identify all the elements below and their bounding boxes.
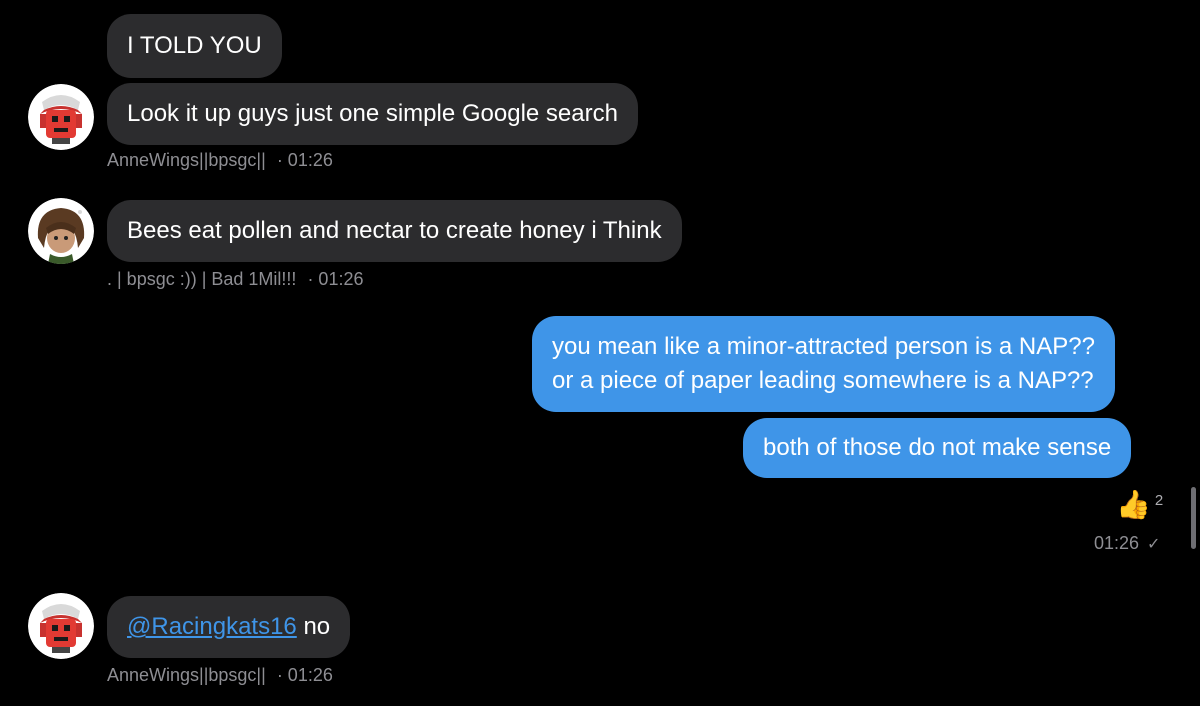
message-bubble-incoming[interactable]: I TOLD YOU [107,14,282,78]
message-text: Bees eat pollen and nectar to create hon… [127,217,662,244]
message-time: 01:26 [1094,533,1140,553]
message-time: · 01:26 [276,665,333,685]
user-mention-link[interactable]: @Racingkats16 [127,613,297,640]
sender-name[interactable]: AnneWings||bpsgc|| [107,150,266,170]
chat-screen: I TOLD YOU Look it up guys just one simp… [0,0,1200,706]
message-bubble-incoming[interactable]: Look it up guys just one simple Google s… [107,83,638,145]
message-bubble-incoming[interactable]: @Racingkats16 no [107,596,351,658]
message-bubble-outgoing[interactable]: both of those do not make sense [743,418,1132,478]
brown-hair-avatar[interactable] [28,198,94,264]
read-check-icon: ✓ [1147,535,1161,553]
red-robot-avatar[interactable] [28,593,94,659]
message-meta: AnneWings||bpsgc|| · 01:26 [107,665,333,686]
sender-name[interactable]: . | bpsgc :)) | Bad 1Mil!!! [107,269,296,289]
message-text: no [296,613,331,640]
message-bubble-incoming[interactable]: Bees eat pollen and nectar to create hon… [107,200,682,262]
red-robot-avatar[interactable] [28,84,94,150]
thumbs-up-icon: 👍 [1116,489,1151,520]
message-text-line: you mean like a minor-attracted person i… [552,333,1095,360]
message-text-line: or a piece of paper leading somewhere is… [552,367,1094,394]
reaction-count: 2 [1154,491,1164,509]
message-text: Look it up guys just one simple Google s… [127,100,618,127]
message-time: · 01:26 [307,269,364,289]
message-meta: . | bpsgc :)) | Bad 1Mil!!! · 01:26 [107,269,363,290]
sender-name[interactable]: AnneWings||bpsgc|| [107,665,266,685]
scrollbar[interactable] [1191,487,1196,549]
message-text: both of those do not make sense [763,434,1112,461]
message-bubble-outgoing[interactable]: you mean like a minor-attracted person i… [532,316,1115,412]
message-time: · 01:26 [276,150,333,170]
message-text: I TOLD YOU [127,32,262,59]
message-status: 01:26 ✓ [1094,533,1160,554]
message-meta: AnneWings||bpsgc|| · 01:26 [107,150,333,171]
reaction-thumbs-up[interactable]: 👍 2 [1116,490,1163,520]
